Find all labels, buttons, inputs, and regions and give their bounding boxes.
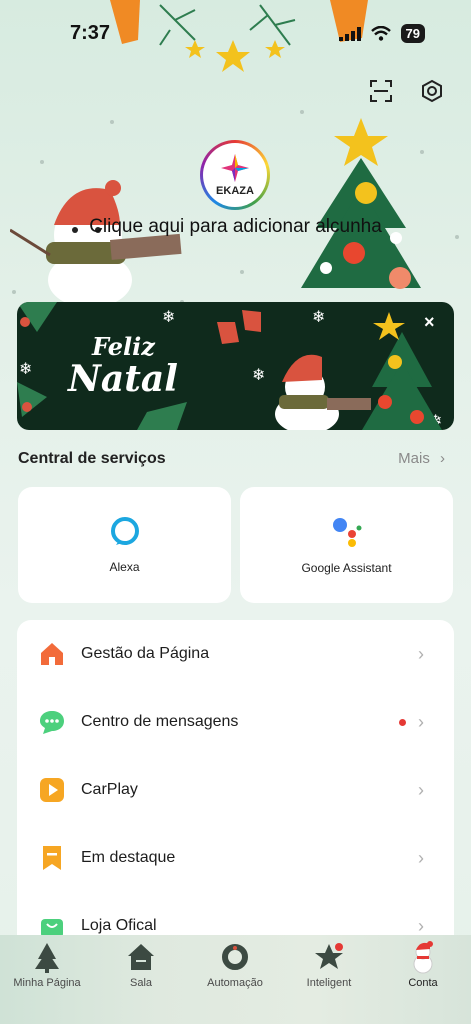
wifi-icon [370, 26, 391, 41]
svg-text:❄: ❄ [19, 359, 32, 378]
menu-item-featured[interactable]: Em destaque › [17, 828, 454, 888]
house-icon [128, 944, 154, 970]
chat-icon [40, 711, 64, 734]
banner-title-line2: Natal [68, 358, 178, 400]
logo-text: EKAZA [216, 185, 254, 197]
tab-label: Minha Página [13, 977, 81, 989]
menu-item-page-management[interactable]: Gestão da Página › [17, 624, 454, 684]
settings-menu: Gestão da Página › Centro de mensagens ›… [17, 620, 454, 950]
tab-automation[interactable]: Automação [188, 935, 282, 1005]
chevron-right-icon: › [418, 643, 424, 664]
menu-item-label: Loja Ofical [81, 917, 157, 934]
ekaza-logo-icon [221, 154, 249, 182]
tab-label: Sala [129, 977, 153, 989]
christmas-tree-illustration [301, 118, 421, 289]
chevron-right-icon: › [418, 711, 424, 732]
gear-icon [422, 79, 442, 103]
menu-item-label: Centro de mensagens [81, 713, 239, 730]
tab-label: Conta [408, 977, 438, 989]
tab-smart[interactable]: Inteligent [282, 935, 376, 1005]
menu-item-carplay[interactable]: CarPlay › [17, 760, 454, 820]
clock: 7:37 [70, 22, 111, 44]
wreath-icon [222, 944, 248, 970]
scan-button[interactable] [366, 76, 396, 106]
bottom-tab-bar: Minha Página Sala Automação Inteligent C… [0, 935, 471, 1024]
nickname-prompt[interactable]: Clique aqui para adicionar alcunha [0, 216, 471, 238]
settings-button[interactable] [417, 76, 447, 106]
chevron-right-icon: › [418, 915, 424, 936]
scan-icon [370, 80, 392, 102]
google-assistant-icon [332, 518, 361, 547]
service-label: Alexa [109, 560, 140, 574]
snowman-icon [413, 941, 433, 974]
signal-icon [338, 26, 361, 41]
snow-dot [300, 110, 304, 114]
menu-item-label: Em destaque [81, 849, 176, 866]
tab-room[interactable]: Sala [94, 935, 188, 1005]
alexa-icon [110, 517, 139, 545]
svg-text:❄: ❄ [312, 307, 325, 326]
tree-icon [35, 943, 59, 973]
service-google-assistant[interactable]: Google Assistant [240, 487, 453, 603]
more-label: Mais [398, 450, 430, 467]
chevron-right-icon: › [440, 450, 445, 467]
menu-item-label: Gestão da Página [81, 645, 210, 662]
tab-account[interactable]: Conta [376, 935, 470, 1005]
snow-dot [40, 160, 44, 164]
home-icon [41, 643, 63, 665]
banner-title-line1: Feliz [92, 332, 155, 361]
svg-text:❄: ❄ [162, 307, 175, 326]
menu-item-message-center[interactable]: Centro de mensagens › [17, 692, 454, 752]
tab-label: Automação [207, 977, 263, 989]
play-icon [40, 778, 64, 802]
services-more-link[interactable]: Mais › [398, 450, 445, 467]
tab-my-page[interactable]: Minha Página [0, 935, 94, 1005]
star-icon [315, 943, 343, 969]
service-label: Google Assistant [301, 561, 392, 575]
bookmark-icon [43, 846, 61, 870]
services-title: Central de serviços [18, 450, 166, 467]
unread-badge [399, 718, 406, 726]
service-alexa[interactable]: Alexa [18, 487, 231, 603]
svg-text:❄: ❄ [252, 365, 265, 384]
status-icons: 79 [338, 24, 425, 43]
chevron-right-icon: › [418, 847, 424, 868]
menu-item-label: CarPlay [81, 781, 138, 798]
status-bar: 7:37 79 [0, 0, 471, 70]
snow-dot [110, 120, 114, 124]
profile-avatar[interactable]: EKAZA [200, 140, 270, 210]
tab-label: Inteligent [306, 977, 352, 989]
chevron-right-icon: › [418, 779, 424, 800]
snow-dot [240, 270, 244, 274]
banner-close-button[interactable]: × [424, 312, 435, 333]
battery-indicator: 79 [400, 24, 425, 43]
